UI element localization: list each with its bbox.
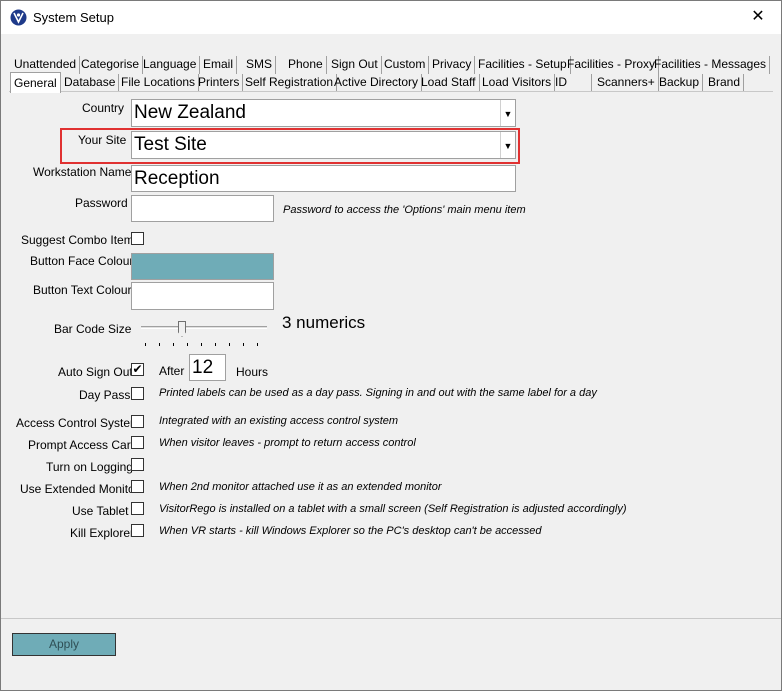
tab-brand[interactable]: Brand [705,74,745,92]
barcode-slider-track[interactable] [141,326,267,329]
slider-tick [173,343,174,346]
tab-language[interactable]: Language [140,56,201,74]
tab-email[interactable]: Email [200,56,238,74]
chevron-down-icon[interactable]: ▼ [500,132,515,158]
tab-active-directory[interactable]: Active Directory [331,74,423,92]
day-pass-checkbox[interactable] [131,387,144,400]
country-select[interactable]: New Zealand ▼ [131,99,516,127]
slider-tick [215,343,216,346]
tab-phone[interactable]: Phone [285,56,327,74]
tab-database[interactable]: Database [61,74,120,92]
tab-privacy[interactable]: Privacy [429,56,476,74]
tab-id[interactable]: ID [552,74,592,92]
slider-tick [159,343,160,346]
workstation-value: Reception [134,168,220,189]
access-control-hint: Integrated with an existing access contr… [159,415,399,427]
tab-scanners[interactable]: Scanners+ [594,74,659,92]
kill-explorer-label: Kill Explorer [70,526,135,540]
tab-general[interactable]: General [10,72,61,93]
window-title: System Setup [33,10,114,25]
after-label: After [159,364,185,378]
tab-categorise[interactable]: Categorise [78,56,144,74]
face-colour-label: Button Face Colour [30,254,134,268]
slider-tick [145,343,146,346]
hours-label: Hours [236,365,269,379]
text-colour-label: Button Text Colour [33,283,132,297]
tab-load-staff[interactable]: Load Staff [418,74,480,92]
ext-monitor-label: Use Extended Monitor [20,482,139,496]
slider-tick [243,343,244,346]
prompt-card-label: Prompt Access Card [28,438,138,452]
password-label: Password [75,196,128,210]
slider-tick [201,343,202,346]
access-control-label: Access Control System [16,416,141,430]
apply-button[interactable]: Apply [12,633,116,656]
prompt-card-checkbox[interactable] [131,436,144,449]
day-pass-hint: Printed labels can be used as a day pass… [159,387,597,399]
tab-facilities-proxy[interactable]: Facilities - Proxy [564,56,660,74]
app-logo-icon [10,9,27,26]
site-select[interactable]: Test Site ▼ [131,131,516,159]
access-control-checkbox[interactable] [131,415,144,428]
after-hours-value: 12 [192,357,214,378]
workstation-name-input[interactable]: Reception [131,165,516,192]
tab-facilities-setup[interactable]: Facilities - Setup [475,56,571,74]
tab-custom[interactable]: Custom [381,56,430,74]
chevron-down-icon[interactable]: ▼ [500,100,515,126]
logging-checkbox[interactable] [131,458,144,471]
barcode-value-text: 3 numerics [282,313,366,332]
day-pass-label: Day Pass [79,388,131,402]
tab-printers[interactable]: Printers [195,74,244,92]
site-value: Test Site [134,134,207,155]
tab-sign-out[interactable]: Sign Out [328,56,382,74]
close-button[interactable]: ✕ [735,1,781,33]
footer-divider [1,618,781,619]
suggest-combo-label: Suggest Combo Items [21,233,140,247]
after-hours-input[interactable]: 12 [189,354,226,381]
workstation-label: Workstation Name [33,165,132,179]
ext-monitor-checkbox[interactable] [131,480,144,493]
barcode-size-label: Bar Code Size [54,322,132,336]
kill-explorer-hint: When VR starts - kill Windows Explorer s… [159,525,542,537]
tab-self-registration[interactable]: Self Registration [242,74,338,92]
ext-monitor-hint: When 2nd monitor attached use it as an e… [159,481,442,493]
password-input[interactable] [131,195,274,222]
kill-explorer-checkbox[interactable] [131,524,144,537]
slider-tick [229,343,230,346]
country-label: Country [82,101,125,115]
tab-backup[interactable]: Backup [656,74,704,92]
tab-file-locations[interactable]: File Locations [118,74,200,92]
tablet-checkbox[interactable] [131,502,144,515]
logging-label: Turn on Logging [46,460,133,474]
slider-tick [187,343,188,346]
prompt-card-hint: When visitor leaves - prompt to return a… [159,437,416,449]
title-bar: System Setup ✕ [1,1,781,34]
slider-tick [257,343,258,346]
tablet-label: Use Tablet [72,504,129,518]
tab-sms[interactable]: SMS [243,56,277,74]
text-colour-swatch[interactable] [131,282,274,310]
system-setup-window: System Setup ✕ Unattended Categorise Lan… [0,0,782,691]
password-hint: Password to access the 'Options' main me… [283,204,526,216]
face-colour-swatch[interactable] [131,253,274,280]
tab-load-visitors[interactable]: Load Visitors [479,74,556,92]
country-value: New Zealand [134,102,246,123]
site-label: Your Site [78,133,127,147]
tablet-hint: VisitorRego is installed on a tablet wit… [159,503,627,515]
suggest-combo-checkbox[interactable] [131,232,144,245]
tab-facilities-messages[interactable]: Facilities - Messages [651,56,771,74]
auto-signout-label: Auto Sign Out [58,365,133,379]
auto-signout-checkbox[interactable]: ✔ [131,363,144,376]
